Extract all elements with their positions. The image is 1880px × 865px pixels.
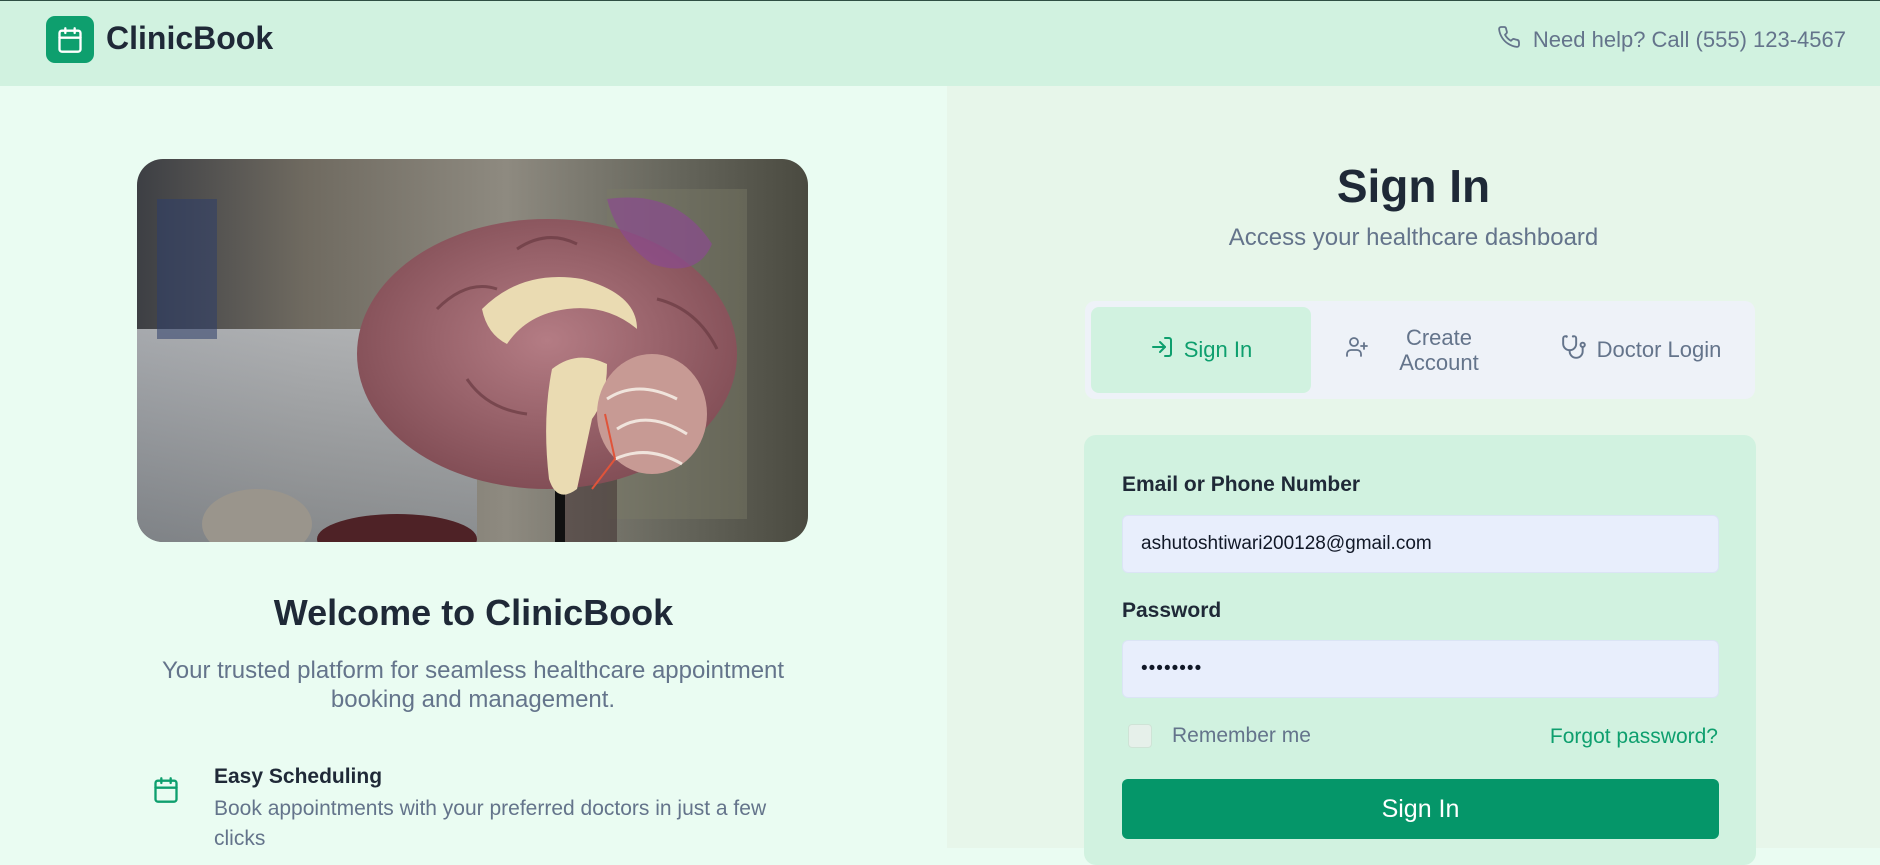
- help-text: Need help? Call (555) 123-4567: [1532, 27, 1846, 52]
- signin-subtitle: Access your healthcare dashboard: [1228, 224, 1599, 251]
- remember-checkbox[interactable]: [1128, 724, 1152, 748]
- welcome-subtitle: Your trusted platform for seamless healt…: [161, 657, 785, 713]
- email-label: Email or Phone Number: [1122, 473, 1361, 496]
- password-input[interactable]: [1122, 640, 1719, 698]
- user-plus-icon: [1345, 335, 1369, 365]
- signin-title: Sign In: [1336, 160, 1491, 212]
- sign-in-button[interactable]: Sign In: [1122, 779, 1719, 839]
- tab-label: Create Account: [1399, 325, 1479, 375]
- stethoscope-icon: [1561, 334, 1587, 366]
- tab-create-account[interactable]: Create Account: [1317, 307, 1527, 393]
- brand-name[interactable]: ClinicBook: [106, 20, 273, 57]
- calendar-logo-icon[interactable]: [46, 16, 94, 63]
- forgot-password-link[interactable]: Forgot password?: [1550, 725, 1718, 749]
- feature-title: Easy Scheduling: [214, 765, 383, 788]
- tab-doctor-login[interactable]: Doctor Login: [1533, 307, 1749, 393]
- tab-label: Doctor Login: [1596, 337, 1722, 362]
- auth-panel: Sign In Access your healthcare dashboard…: [947, 86, 1880, 865]
- welcome-panel: Welcome to ClinicBook Your trusted platf…: [0, 86, 947, 850]
- remember-me[interactable]: Remember me: [1128, 724, 1311, 748]
- feature-description: Book appointments with your preferred do…: [214, 797, 767, 850]
- tab-sign-in[interactable]: Sign In: [1091, 307, 1311, 393]
- sign-in-icon: [1150, 335, 1174, 365]
- help-contact[interactable]: Need help? Call (555) 123-4567: [1497, 25, 1846, 55]
- signin-form-card: Email or Phone Number Password Remember …: [1084, 435, 1756, 865]
- calendar-icon: [152, 776, 180, 809]
- remember-label: Remember me: [1172, 724, 1311, 747]
- auth-tabs: Sign In Create Account Doctor Login: [1085, 301, 1755, 399]
- welcome-title: Welcome to ClinicBook: [273, 592, 674, 633]
- password-label: Password: [1122, 599, 1222, 622]
- email-input[interactable]: [1122, 515, 1719, 573]
- top-header: ClinicBook Need help? Call (555) 123-456…: [0, 0, 1880, 86]
- phone-icon: [1497, 25, 1521, 55]
- brain-model-image: [137, 159, 808, 542]
- tab-label: Sign In: [1183, 337, 1253, 362]
